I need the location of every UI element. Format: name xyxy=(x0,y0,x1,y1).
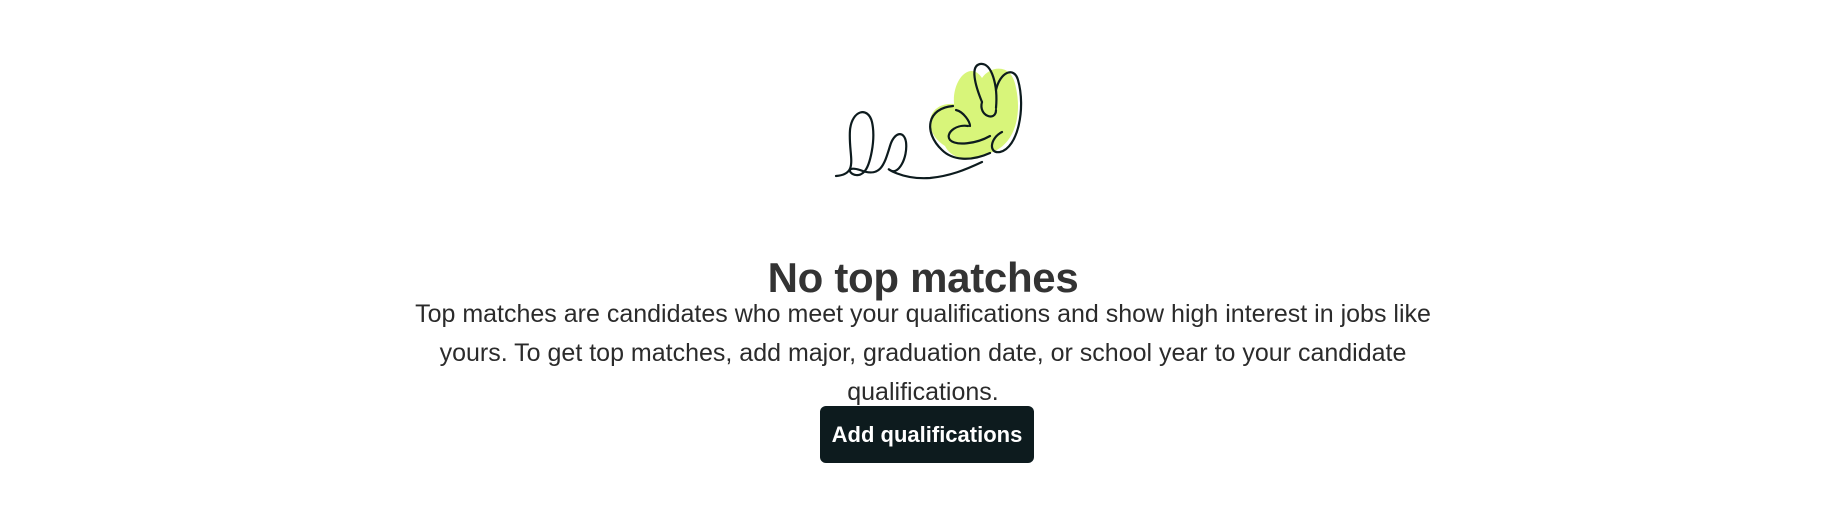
empty-state-description: Top matches are candidates who meet your… xyxy=(415,300,1431,406)
empty-state: No top matches Top matches are candidate… xyxy=(0,0,1846,506)
scribble-flower-icon xyxy=(834,62,1023,180)
add-qualifications-button[interactable]: Add qualifications xyxy=(820,406,1034,463)
